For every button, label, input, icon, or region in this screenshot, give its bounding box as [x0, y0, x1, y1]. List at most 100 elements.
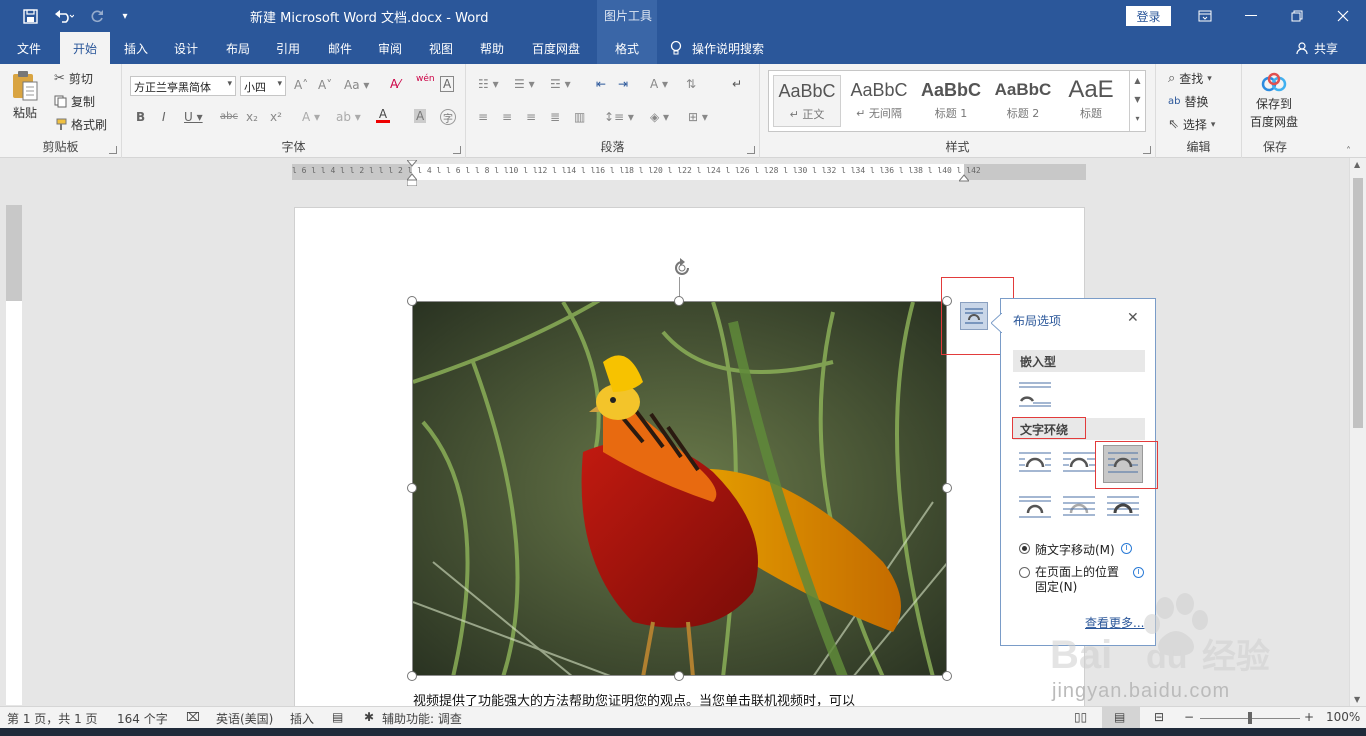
borders-icon[interactable]: ⊞ ▾ — [688, 110, 708, 124]
chinese-layout-icon[interactable]: A ▾ — [650, 77, 668, 91]
clipboard-launcher-icon[interactable] — [109, 146, 117, 154]
tab-format[interactable]: 格式 — [597, 32, 657, 64]
rotate-handle-icon[interactable] — [670, 256, 694, 285]
distributed-icon[interactable]: ▥ — [574, 110, 585, 124]
style-heading-1[interactable]: AaBbC 标题 1 — [917, 75, 985, 127]
zoom-level[interactable]: 100% — [1326, 710, 1360, 724]
sort-icon[interactable]: ⇅ — [686, 77, 696, 91]
strikethrough-icon[interactable]: abc — [220, 111, 238, 122]
char-shading-icon[interactable]: A — [414, 109, 427, 123]
styles-launcher-icon[interactable] — [1143, 146, 1151, 154]
phonetic-guide-icon[interactable]: wén — [416, 74, 435, 84]
wrap-inline-icon[interactable] — [1017, 379, 1053, 409]
proofing-icon[interactable]: ⌧ — [186, 710, 200, 724]
paragraph-launcher-icon[interactable] — [747, 146, 755, 154]
page-count[interactable]: 第 1 页，共 1 页 — [7, 710, 98, 727]
char-border-icon[interactable]: A — [440, 76, 455, 92]
wrap-top-bottom-icon[interactable] — [1017, 493, 1053, 523]
resize-handle-l[interactable] — [407, 483, 417, 493]
tab-insert[interactable]: 插入 — [114, 32, 158, 64]
clear-format-icon[interactable]: A⁄ — [390, 77, 400, 91]
accessibility-icon[interactable]: ✱ — [364, 710, 374, 724]
tab-references[interactable]: 引用 — [266, 32, 310, 64]
language[interactable]: 英语(美国) — [216, 710, 273, 727]
text-effects-icon[interactable]: A ▾ — [302, 110, 320, 124]
login-button[interactable]: 登录 — [1126, 6, 1171, 26]
underline-icon[interactable]: U ▾ — [184, 110, 203, 124]
undo-icon[interactable] — [48, 0, 80, 32]
tab-view[interactable]: 视图 — [419, 32, 463, 64]
align-right-icon[interactable]: ≡ — [526, 110, 536, 124]
resize-handle-r[interactable] — [942, 483, 952, 493]
wrap-square-icon[interactable] — [1017, 449, 1053, 479]
font-name-combo[interactable]: 方正兰亭黑简体 — [130, 76, 236, 96]
macro-icon[interactable]: ▤ — [332, 710, 343, 724]
numbering-icon[interactable]: ☰ ▾ — [514, 77, 535, 91]
save-to-baidu-button[interactable]: 保存到 百度网盘 — [1250, 72, 1298, 130]
zoom-out-icon[interactable]: − — [1184, 710, 1194, 724]
tab-layout[interactable]: 布局 — [216, 32, 260, 64]
info-icon[interactable]: i — [1133, 567, 1144, 578]
zoom-slider-thumb[interactable] — [1248, 712, 1252, 724]
copy-button[interactable]: 复制 — [54, 93, 95, 110]
collapse-ribbon-icon[interactable]: ˄ — [1346, 146, 1351, 157]
popup-close-icon[interactable]: ✕ — [1127, 310, 1139, 326]
resize-handle-bl[interactable] — [407, 671, 417, 681]
info-icon[interactable]: i — [1121, 543, 1132, 554]
print-layout-icon[interactable]: ▤ — [1102, 707, 1140, 728]
tab-design[interactable]: 设计 — [164, 32, 208, 64]
style-no-spacing[interactable]: AaBbC ↵ 无间隔 — [845, 75, 913, 127]
right-indent-marker[interactable] — [957, 172, 971, 182]
save-icon[interactable] — [16, 0, 44, 32]
tab-help[interactable]: 帮助 — [470, 32, 514, 64]
cut-button[interactable]: ✂ 剪切 — [54, 70, 93, 87]
accessibility-status[interactable]: 辅助功能: 调查 — [382, 710, 462, 727]
customize-qat-icon[interactable]: ▾ — [116, 0, 134, 32]
styles-scroll[interactable]: ▲ ▼ ▾ — [1129, 71, 1145, 131]
align-center-icon[interactable]: ≡ — [502, 110, 512, 124]
find-button[interactable]: ⌕ 查找 ▾ — [1168, 70, 1212, 87]
scroll-thumb[interactable] — [1353, 178, 1363, 428]
scroll-up-icon[interactable]: ▲ — [1354, 160, 1360, 169]
restore-icon[interactable] — [1274, 0, 1320, 32]
shading-icon[interactable]: ◈ ▾ — [650, 110, 669, 124]
highlight-icon[interactable]: ab ▾ — [336, 110, 361, 124]
word-count[interactable]: 164 个字 — [117, 710, 168, 727]
tell-me-search[interactable]: 操作说明搜索 — [670, 32, 764, 64]
format-painter-button[interactable]: 格式刷 — [54, 116, 107, 133]
wrap-tight-icon[interactable] — [1061, 449, 1097, 479]
wrap-behind-text-icon[interactable] — [1061, 493, 1097, 523]
tab-review[interactable]: 审阅 — [368, 32, 412, 64]
minimize-icon[interactable] — [1228, 0, 1274, 32]
replace-button[interactable]: ab 替换 — [1168, 93, 1209, 110]
line-spacing-icon[interactable]: ↕≡ ▾ — [604, 110, 634, 124]
resize-handle-br[interactable] — [942, 671, 952, 681]
tab-home[interactable]: 开始 — [60, 32, 110, 64]
insert-mode[interactable]: 插入 — [290, 710, 314, 727]
change-case-icon[interactable]: Aa ▾ — [344, 78, 369, 92]
paste-button[interactable]: 粘贴 — [10, 70, 40, 121]
align-left-icon[interactable]: ≡ — [478, 110, 488, 124]
read-mode-icon[interactable]: ▯▯ — [1074, 710, 1087, 724]
vertical-ruler[interactable] — [6, 205, 22, 705]
indent-marker[interactable] — [405, 159, 419, 187]
bullets-icon[interactable]: ☷ ▾ — [478, 77, 499, 91]
tab-mailings[interactable]: 邮件 — [318, 32, 362, 64]
resize-handle-tl[interactable] — [407, 296, 417, 306]
show-marks-icon[interactable]: ↵ — [732, 77, 742, 91]
decrease-indent-icon[interactable]: ⇤ — [596, 77, 606, 91]
justify-icon[interactable]: ≣ — [550, 110, 560, 124]
grow-font-icon[interactable]: A˄ — [294, 78, 308, 92]
select-button[interactable]: ⇖ 选择 ▾ — [1168, 116, 1215, 133]
move-with-text-radio[interactable] — [1019, 543, 1030, 554]
ribbon-display-icon[interactable] — [1182, 0, 1228, 32]
multilevel-list-icon[interactable]: ☲ ▾ — [550, 77, 571, 91]
superscript-icon[interactable]: x² — [270, 110, 282, 124]
vertical-scrollbar[interactable]: ▲ ▼ — [1349, 158, 1366, 706]
golden-pheasant-picture[interactable] — [412, 301, 947, 676]
tab-file[interactable]: 文件 — [6, 32, 52, 64]
italic-icon[interactable]: I — [162, 110, 166, 124]
enclose-char-icon[interactable]: 字 — [440, 109, 456, 125]
tab-baidu-netdisk[interactable]: 百度网盘 — [522, 32, 590, 64]
style-title[interactable]: AaE 标题 — [1061, 75, 1121, 127]
